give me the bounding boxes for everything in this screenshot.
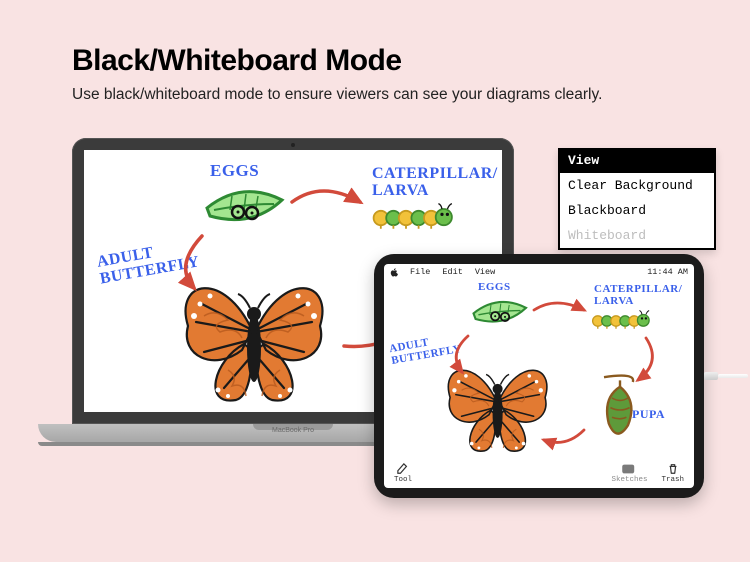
ipad-screen: File Edit View 11:44 AM EGGS CATERPILLAR… <box>384 264 694 488</box>
toolbar-trash-label: Trash <box>661 476 684 484</box>
toolbar-sketches-label: Sketches <box>611 476 647 484</box>
ipad-cable-icon <box>704 371 748 381</box>
ipad-menubar: File Edit View 11:44 AM <box>384 264 694 280</box>
menubar-view[interactable]: View <box>475 267 495 277</box>
macbook-camera-icon <box>291 143 295 147</box>
toolbar-tool-label: Tool <box>394 476 412 484</box>
menubar-file[interactable]: File <box>410 267 430 277</box>
menubar-edit[interactable]: Edit <box>442 267 462 277</box>
apple-logo-icon <box>390 268 398 276</box>
view-menu: View Clear Background Blackboard Whitebo… <box>558 148 716 250</box>
view-menu-item-whiteboard[interactable]: Whiteboard <box>560 223 714 248</box>
page-subtitle: Use black/whiteboard mode to ensure view… <box>72 86 602 104</box>
view-menu-item-clear[interactable]: Clear Background <box>560 173 714 198</box>
page-title: Black/Whiteboard Mode <box>72 44 402 78</box>
menubar-clock: 11:44 AM <box>647 267 688 277</box>
ipad-whiteboard-canvas[interactable]: EGGS CATERPILLAR/ LARVA ADULT BUTTERFLY … <box>384 280 694 461</box>
view-menu-title: View <box>558 148 716 171</box>
ipad-device: File Edit View 11:44 AM EGGS CATERPILLAR… <box>374 254 704 498</box>
macbook-brand-label: MacBook Pro <box>272 427 314 434</box>
view-menu-list: Clear Background Blackboard Whiteboard <box>558 171 716 250</box>
view-menu-item-blackboard[interactable]: Blackboard <box>560 198 714 223</box>
